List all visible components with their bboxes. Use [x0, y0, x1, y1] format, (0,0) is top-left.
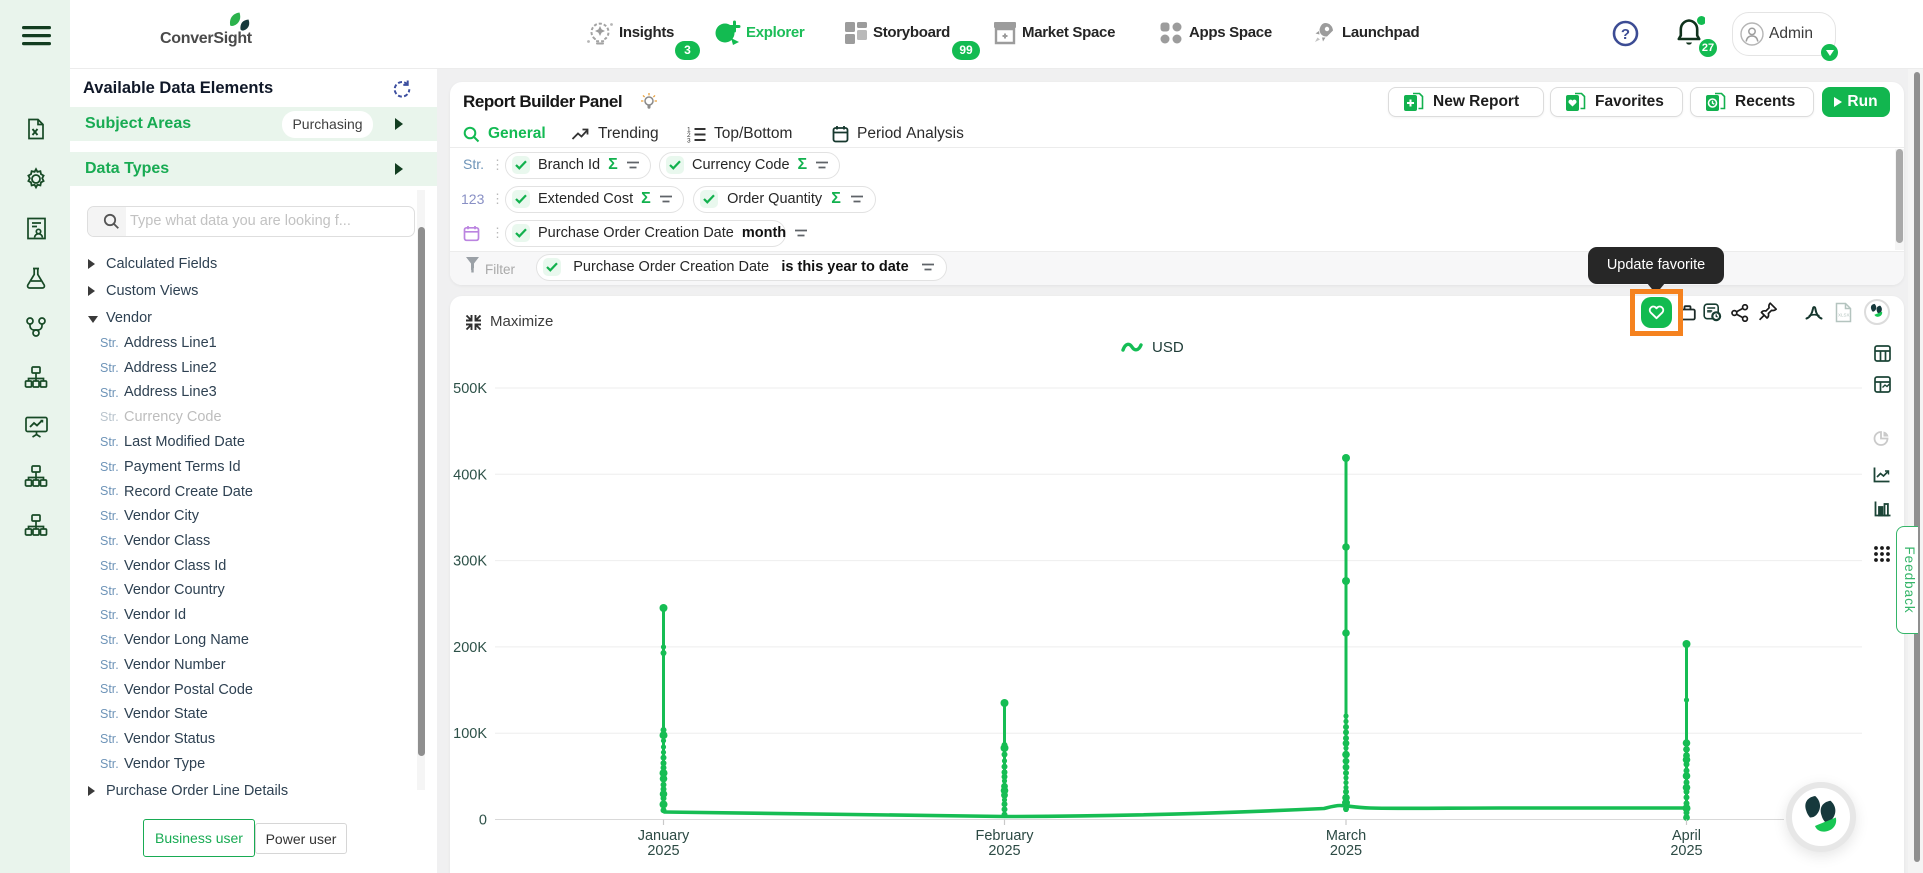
- svg-text:200K: 200K: [453, 640, 487, 656]
- svg-text:April: April: [1672, 828, 1701, 844]
- svg-text:January: January: [638, 828, 690, 844]
- svg-text:0: 0: [479, 813, 487, 829]
- svg-text:2025: 2025: [1670, 843, 1702, 859]
- svg-text:400K: 400K: [453, 467, 487, 483]
- svg-text:500K: 500K: [453, 381, 487, 397]
- svg-text:3: 3: [687, 137, 691, 143]
- svg-text:100K: 100K: [453, 726, 487, 742]
- svg-text:300K: 300K: [453, 554, 487, 570]
- svg-text:2025: 2025: [647, 843, 679, 859]
- svg-text:2025: 2025: [1330, 843, 1362, 859]
- svg-text:2025: 2025: [988, 843, 1020, 859]
- svg-text:March: March: [1326, 828, 1366, 844]
- svg-text:February: February: [975, 828, 1034, 844]
- svg-text:?: ?: [1621, 26, 1630, 43]
- svg-text:XLSX: XLSX: [1838, 313, 1850, 318]
